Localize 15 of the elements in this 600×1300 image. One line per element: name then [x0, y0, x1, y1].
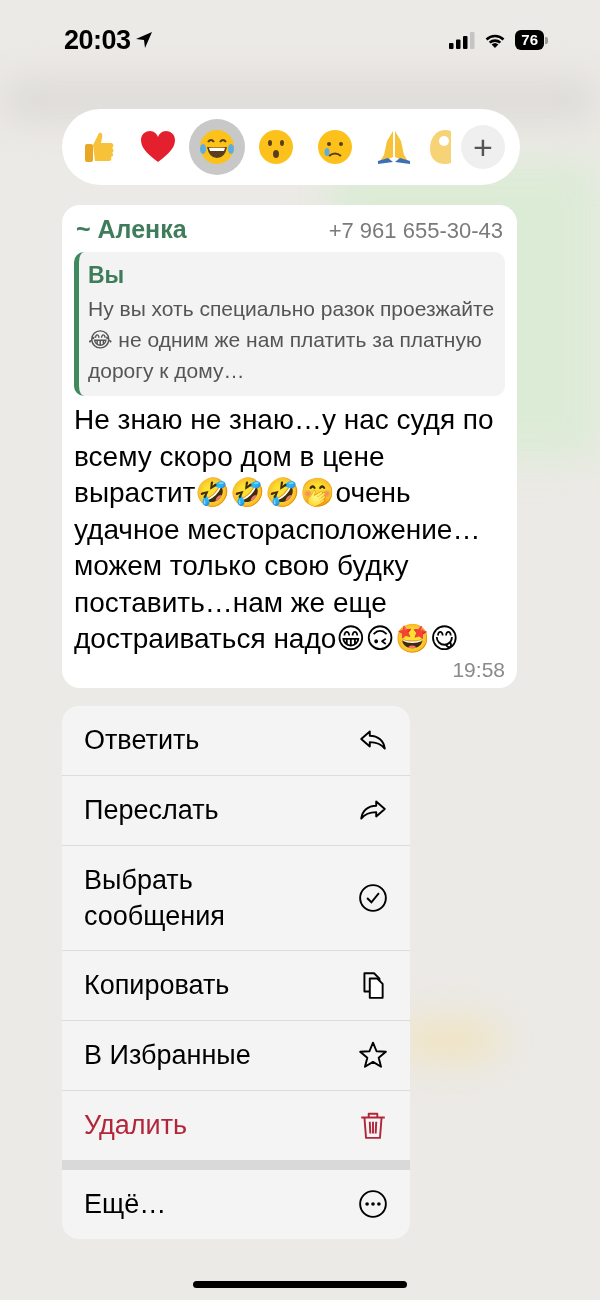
clock-time: 20:03 [64, 24, 131, 56]
menu-item[interactable]: Переслать [62, 774, 410, 845]
menu-item[interactable]: В Избранные [62, 1019, 410, 1090]
menu-item[interactable]: Копировать [62, 949, 410, 1020]
quote-text: Ну вы хоть специально разок проезжайте 😂 не одним же нам платить за платную дорогу к дому… [88, 296, 495, 384]
menu-item[interactable]: Удалить [62, 1089, 410, 1160]
menu-item[interactable]: Выбрать сообщения [62, 844, 410, 950]
sender-phone: +7 961 655-30-43 [328, 218, 503, 244]
quote-author: Вы [88, 262, 126, 289]
menu-item[interactable]: Ещё… [62, 1169, 410, 1239]
message-text: Не знаю не знаю…у нас судя по всему скоро дом в цене вырастит🤣🤣🤣🤭очень удачное месторасположение…можем только свою будку поставить…нам же еще достраиваться надо😁🙃🤩😋 [74, 403, 495, 656]
sender-name: ~ Аленка [76, 215, 187, 244]
menu-item[interactable]: Ответить [62, 705, 410, 775]
add-reaction-button[interactable]: + [461, 125, 505, 169]
message-time: 19:58 [451, 657, 505, 682]
